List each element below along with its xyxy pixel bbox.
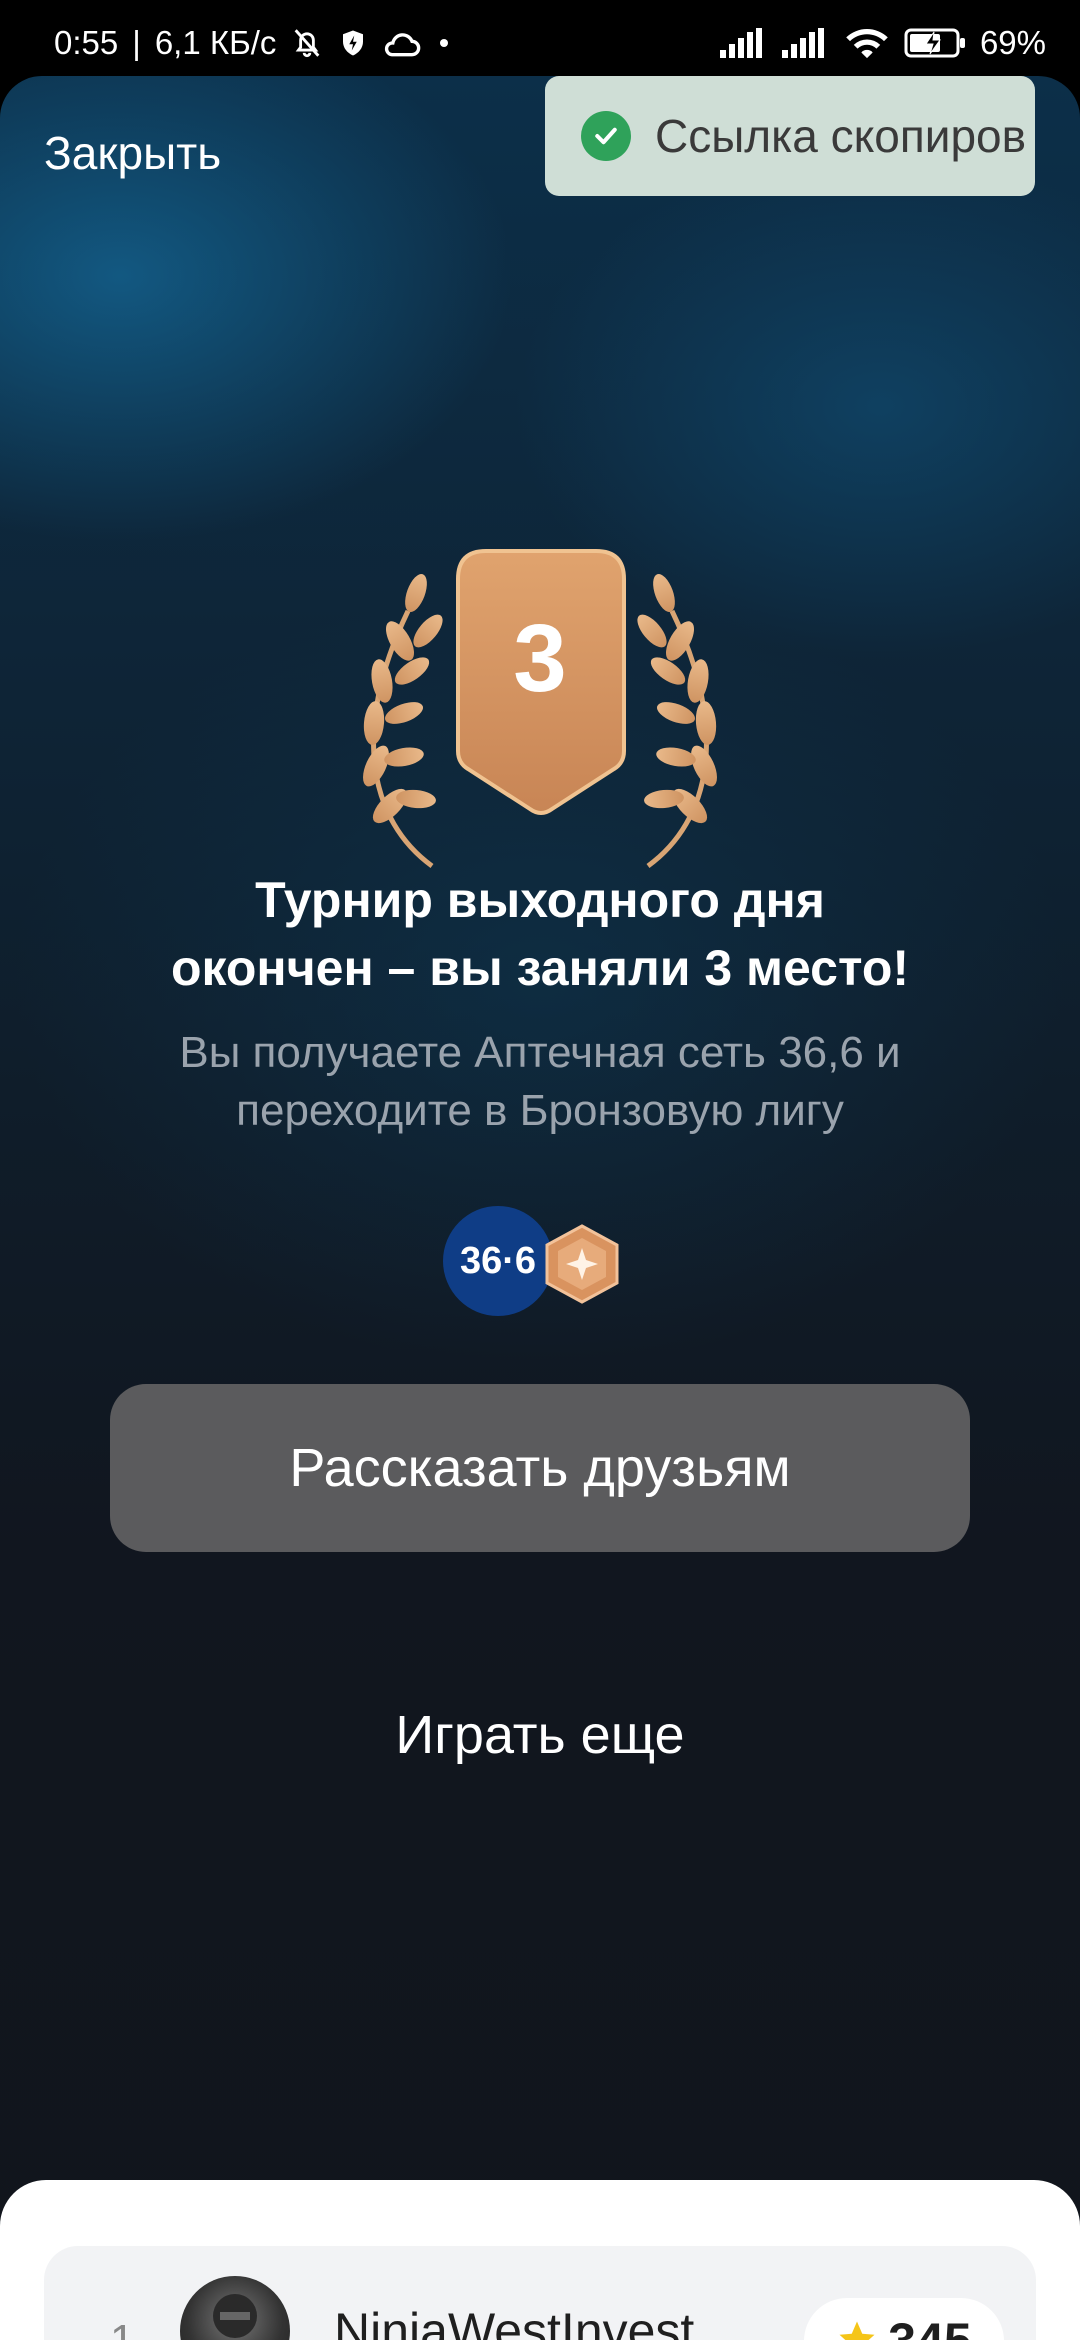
status-left: 0:55 | 6,1 КБ/с — [54, 24, 452, 62]
rewards-row: 36·6 — [443, 1206, 643, 1321]
leaderboard-score: 345 — [888, 2312, 971, 2340]
result-subtitle: Вы получаете Аптечная сеть 36,6 и перехо… — [179, 1028, 901, 1135]
pharmacy-logo: 36·6 — [443, 1206, 553, 1316]
result-title: Турнир выходного дня окончен – вы заняли… — [170, 872, 910, 996]
status-network-speed: 6,1 КБ/с — [154, 24, 277, 61]
leaderboard-row[interactable]: 1 NinjaWestInvest 345 — [44, 2246, 1036, 2340]
bell-off-icon — [290, 26, 324, 60]
battery-percent: 69% — [979, 24, 1046, 61]
leaderboard-username: NinjaWestInvest — [334, 2303, 695, 2340]
signal-icon — [719, 28, 768, 58]
battery-charging-icon — [904, 27, 966, 59]
shield-icon — [338, 26, 368, 60]
bronze-league-icon — [543, 1224, 621, 1304]
cloud-icon — [382, 28, 422, 58]
status-time: 0:55 — [54, 24, 119, 61]
close-button[interactable]: Закрыть — [44, 126, 221, 180]
toast-text: Ссылка скопиров — [655, 110, 1027, 162]
dot-icon — [436, 35, 452, 51]
leaderboard-rank: 1 — [110, 2316, 134, 2340]
leaderboard-card: 1 NinjaWestInvest 345 — [0, 2180, 1080, 2340]
avatar — [180, 2276, 290, 2340]
check-circle-icon — [581, 111, 631, 161]
status-right: 69% — [719, 24, 1046, 62]
result-sheet: Закрыть Ссылка скопиров 3 Турнир выходно… — [0, 76, 1080, 2340]
status-bar: 0:55 | 6,1 КБ/с 69% — [0, 0, 1080, 82]
wifi-icon — [844, 26, 890, 60]
link-copied-toast: Ссылка скопиров — [545, 76, 1035, 196]
score-badge: 345 — [804, 2298, 1004, 2340]
place-number: 3 — [513, 605, 567, 712]
share-with-friends-button[interactable]: Рассказать друзьям — [110, 1384, 970, 1552]
play-again-button[interactable]: Играть еще — [0, 1704, 1080, 1766]
star-icon — [836, 2318, 878, 2340]
signal-icon — [781, 28, 830, 58]
